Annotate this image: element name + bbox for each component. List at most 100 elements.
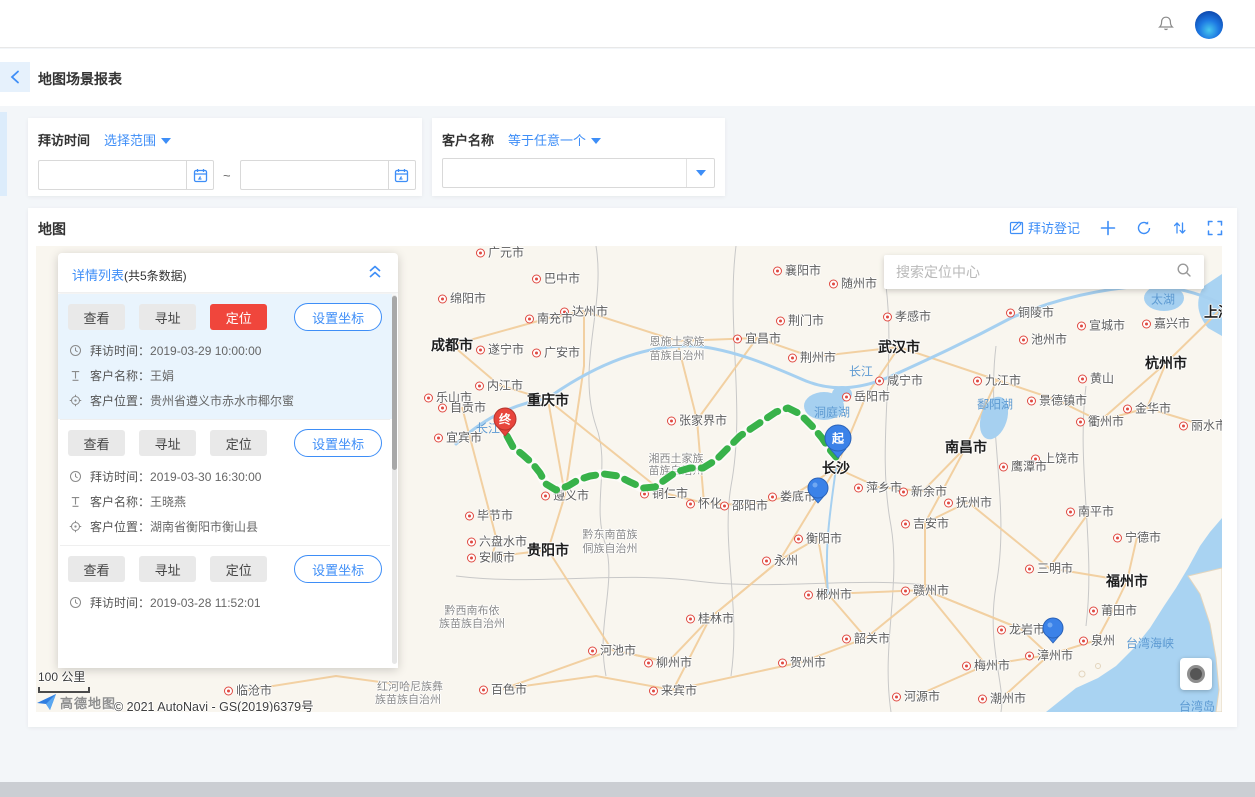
map-search-box <box>884 255 1204 289</box>
customer-name-label: 客户名称 <box>442 133 494 148</box>
field-value: 贵州省遵义市赤水市椰尔蜜 <box>150 392 294 409</box>
refresh-icon <box>1136 220 1152 236</box>
text-icon <box>68 369 83 383</box>
customer-select[interactable] <box>442 158 715 188</box>
address-button[interactable]: 寻址 <box>139 304 196 330</box>
back-button[interactable] <box>0 62 30 92</box>
map-canvas[interactable]: 广元市巴中市绵阳市达州市南充市襄阳市随州市成都市遂宁市广安市恩施土家族苗族自治州… <box>36 246 1222 712</box>
field-label: 拜访时间： <box>90 594 150 611</box>
double-chevron-up-icon <box>368 263 382 279</box>
clock-icon <box>68 470 83 484</box>
route-polyline <box>507 408 836 490</box>
sort-button[interactable] <box>1172 220 1187 236</box>
text-icon <box>68 495 83 509</box>
blue-pin[interactable] <box>808 478 828 503</box>
chevron-down-icon <box>696 170 706 176</box>
panel-scrollbar-thumb[interactable] <box>392 296 397 470</box>
set-coords-button[interactable]: 设置坐标 <box>294 555 382 583</box>
amap-logo-text: 高德地图 <box>60 693 116 712</box>
select-arrow-box[interactable] <box>686 159 714 187</box>
search-icon[interactable] <box>1176 262 1192 283</box>
field-value: 王晓燕 <box>150 493 186 510</box>
customer-operator-dropdown[interactable]: 等于任意一个 <box>508 133 601 148</box>
filter-customer-card: 客户名称等于任意一个 <box>432 118 725 196</box>
compass-control[interactable] <box>1180 658 1212 690</box>
date-from-input[interactable] <box>38 160 186 190</box>
top-bar <box>0 0 1255 48</box>
field-row: 拜访时间：2019-03-28 11:52:01 <box>68 590 382 615</box>
detail-list-panel: 详情列表(共5条数据) 查看寻址定位设置坐标拜访时间：2019-03-29 10… <box>58 253 398 668</box>
field-value: 2019-03-29 10:00:00 <box>150 344 261 358</box>
user-avatar[interactable] <box>1195 11 1223 39</box>
svg-text:起: 起 <box>831 431 845 446</box>
sort-icon <box>1172 220 1187 236</box>
field-row: 客户位置：贵州省遵义市赤水市椰尔蜜 <box>68 388 382 413</box>
field-value: 2019-03-28 11:52:01 <box>150 596 261 610</box>
footer-band <box>0 782 1255 797</box>
calendar-icon[interactable] <box>388 160 416 190</box>
breadcrumb-row: 地图场景报表 <box>0 49 1255 106</box>
blue-pin[interactable] <box>1043 618 1063 643</box>
locate-button[interactable]: 定位 <box>210 556 267 582</box>
visit-time-operator-dropdown[interactable]: 选择范围 <box>104 133 171 148</box>
locate-button[interactable]: 定位 <box>210 304 267 330</box>
page-title: 地图场景报表 <box>38 69 122 89</box>
address-button[interactable]: 寻址 <box>139 556 196 582</box>
view-button[interactable]: 查看 <box>68 430 125 456</box>
date-range-separator: ~ <box>223 168 231 183</box>
field-label: 客户名称： <box>90 493 150 510</box>
chevron-down-icon <box>591 138 601 144</box>
field-value: 2019-03-30 16:30:00 <box>150 470 261 484</box>
field-label: 拜访时间： <box>90 468 150 485</box>
map-toolbar: 拜访登记 <box>1009 218 1223 237</box>
svg-text:终: 终 <box>499 412 512 427</box>
list-item[interactable]: 查看寻址定位设置坐标拜访时间：2019-03-30 16:30:00客户名称：王… <box>58 420 392 545</box>
refresh-button[interactable] <box>1136 220 1152 236</box>
scale-label: 100 公里 <box>38 668 90 685</box>
field-row: 客户名称：王晓燕 <box>68 489 382 514</box>
end-pin[interactable]: 终 <box>494 408 516 436</box>
detail-list-title: 详情列表 <box>72 268 124 283</box>
calendar-icon[interactable] <box>186 160 214 190</box>
list-item[interactable]: 查看寻址定位 设置坐标拜访时间：2019-03-28 11:52:01 <box>58 546 392 621</box>
collapsed-sidebar-strip[interactable] <box>0 112 7 196</box>
field-row: 拜访时间：2019-03-29 10:00:00 <box>68 338 382 363</box>
edit-icon <box>1009 220 1024 235</box>
fullscreen-button[interactable] <box>1207 220 1223 236</box>
field-label: 客户名称： <box>90 367 150 384</box>
view-button[interactable]: 查看 <box>68 304 125 330</box>
clock-icon <box>68 344 83 358</box>
map-card: 地图 拜访登记 <box>28 208 1237 727</box>
set-coords-button[interactable]: 设置坐标 <box>294 303 382 331</box>
collapse-button[interactable] <box>368 263 382 284</box>
set-coords-button[interactable]: 设置坐标 <box>294 429 382 457</box>
field-row: 客户名称：王娟 <box>68 363 382 388</box>
location-icon <box>68 394 83 408</box>
add-button[interactable] <box>1100 220 1116 236</box>
list-item[interactable]: 查看寻址定位设置坐标拜访时间：2019-03-29 10:00:00客户名称：王… <box>58 294 392 419</box>
detail-list-count: (共5条数据) <box>124 269 187 283</box>
address-button[interactable]: 寻址 <box>139 430 196 456</box>
notification-bell-icon[interactable] <box>1157 15 1175 33</box>
filter-visit-time-card: 拜访时间选择范围 ~ <box>28 118 422 196</box>
date-to-input[interactable] <box>240 160 388 190</box>
search-input[interactable] <box>884 264 1176 280</box>
view-button[interactable]: 查看 <box>68 556 125 582</box>
detail-list-header: 详情列表(共5条数据) <box>58 253 398 293</box>
map-scale: 100 公里 <box>38 668 90 693</box>
location-icon <box>68 520 83 534</box>
page: 地图场景报表 拜访时间选择范围 ~ 客户名称等于任意一个 地图 <box>0 0 1255 797</box>
locate-button[interactable]: 定位 <box>210 430 267 456</box>
detail-items: 查看寻址定位设置坐标拜访时间：2019-03-29 10:00:00客户名称：王… <box>58 294 392 668</box>
map-copyright: © 2021 AutoNavi - GS(2019)6379号 <box>114 696 314 712</box>
visit-register-button[interactable]: 拜访登记 <box>1009 218 1080 237</box>
field-row: 拜访时间：2019-03-30 16:30:00 <box>68 464 382 489</box>
plus-icon <box>1100 220 1116 236</box>
fullscreen-icon <box>1207 220 1223 236</box>
field-value: 湖南省衡阳市衡山县 <box>150 518 258 535</box>
compass-icon <box>1187 665 1205 683</box>
map-card-title: 地图 <box>38 219 66 239</box>
visit-time-label: 拜访时间 <box>38 133 90 148</box>
field-label: 拜访时间： <box>90 342 150 359</box>
amap-logo: 高德地图 <box>36 692 116 712</box>
